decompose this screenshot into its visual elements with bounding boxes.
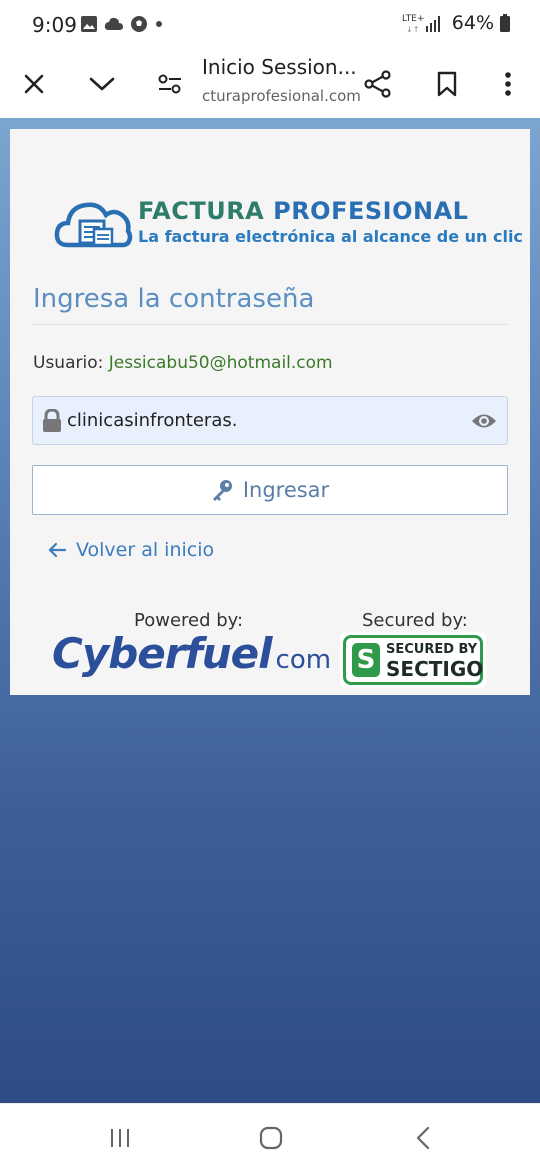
page-heading: Ingresa la contraseña [33,284,315,314]
lock-icon [43,409,61,432]
battery-percent: 64% [451,12,494,34]
system-nav-bar [0,1103,540,1170]
sectigo-badge-frame: S SECURED BY SECTIGO [343,635,483,685]
home-button[interactable] [251,1120,291,1156]
share-icon [364,70,391,98]
page-background: FACTURA PROFESIONAL La factura electróni… [0,118,540,1103]
cyberfuel-logo[interactable]: Cyberfuel com [52,629,331,678]
logo-title-part1: FACTURA [138,197,274,225]
user-email: Jessicabu50@hotmail.com [108,353,333,373]
dot-icon [156,21,162,27]
chevron-down-icon [89,77,115,91]
system-icons: LTE+ ↓↑ 64% [402,12,510,34]
login-card: FACTURA PROFESIONAL La factura electróni… [10,129,530,695]
recent-apps-button[interactable] [100,1120,140,1156]
cyberfuel-com: com [275,645,332,675]
secured-by-label: Secured by: [362,610,468,631]
cloud-invoice-icon [54,202,133,248]
eye-icon[interactable] [471,410,497,432]
recent-apps-icon [111,1129,129,1147]
notification-icons [80,15,164,33]
page-url[interactable]: cturaprofesional.com [202,87,361,105]
logo-title: FACTURA PROFESIONAL [138,197,468,225]
logo-tagline: La factura electrónica al alcance de un … [138,227,523,246]
logo-title-part2: PROFESIONAL [273,197,469,225]
status-time: 9:09 [32,13,77,37]
gallery-icon [81,16,97,32]
sectigo-badge[interactable]: S SECURED BY SECTIGO [340,632,486,688]
key-icon [212,480,232,501]
share-button[interactable] [358,64,398,104]
password-field[interactable]: clinicasinfronteras. [32,396,508,445]
svg-text:↓↑: ↓↑ [406,25,419,34]
back-to-home-link[interactable]: Volver al inicio [48,539,214,561]
cyberfuel-wordmark: Cyberfuel [52,629,273,678]
page-info-button[interactable] [150,64,190,104]
arrow-left-icon [48,542,66,558]
cloud-icon [104,17,123,30]
login-button-label: Ingresar [242,478,330,502]
tune-icon [158,74,181,94]
network-type: LTE+ [402,14,425,24]
minimize-tab-button[interactable] [82,64,122,104]
login-button[interactable]: Ingresar [32,465,508,515]
sectigo-line1: SECURED BY [386,642,478,657]
close-tab-button[interactable] [14,64,54,104]
bookmark-button[interactable] [427,64,467,104]
page-title[interactable]: Inicio Session... [202,55,357,79]
battery-icon [500,14,510,32]
soccer-ball-icon [131,16,147,32]
status-bar: 9:09 LTE+ ↓↑ 64% [0,0,540,50]
close-icon [24,74,44,94]
factura-profesional-logo: FACTURA PROFESIONAL La factura electróni… [54,193,523,253]
sectigo-s-icon: S [352,643,380,677]
powered-by-label: Powered by: [134,610,244,631]
custom-tab-toolbar: Inicio Session... cturaprofesional.com [0,50,540,118]
home-icon [259,1126,283,1150]
sectigo-line2: SECTIGO [386,657,484,681]
back-icon [416,1126,430,1150]
more-options-button[interactable] [488,64,528,104]
heading-divider [33,324,508,325]
back-button[interactable] [403,1120,443,1156]
password-value[interactable]: clinicasinfronteras. [67,410,237,431]
user-line: Usuario: Jessicabu50@hotmail.com [33,353,333,373]
signal-icon: LTE+ ↓↑ [402,14,440,34]
user-label: Usuario: [33,353,109,373]
bookmark-icon [437,71,457,97]
more-vert-icon [505,72,511,96]
back-link-label: Volver al inicio [76,539,215,561]
